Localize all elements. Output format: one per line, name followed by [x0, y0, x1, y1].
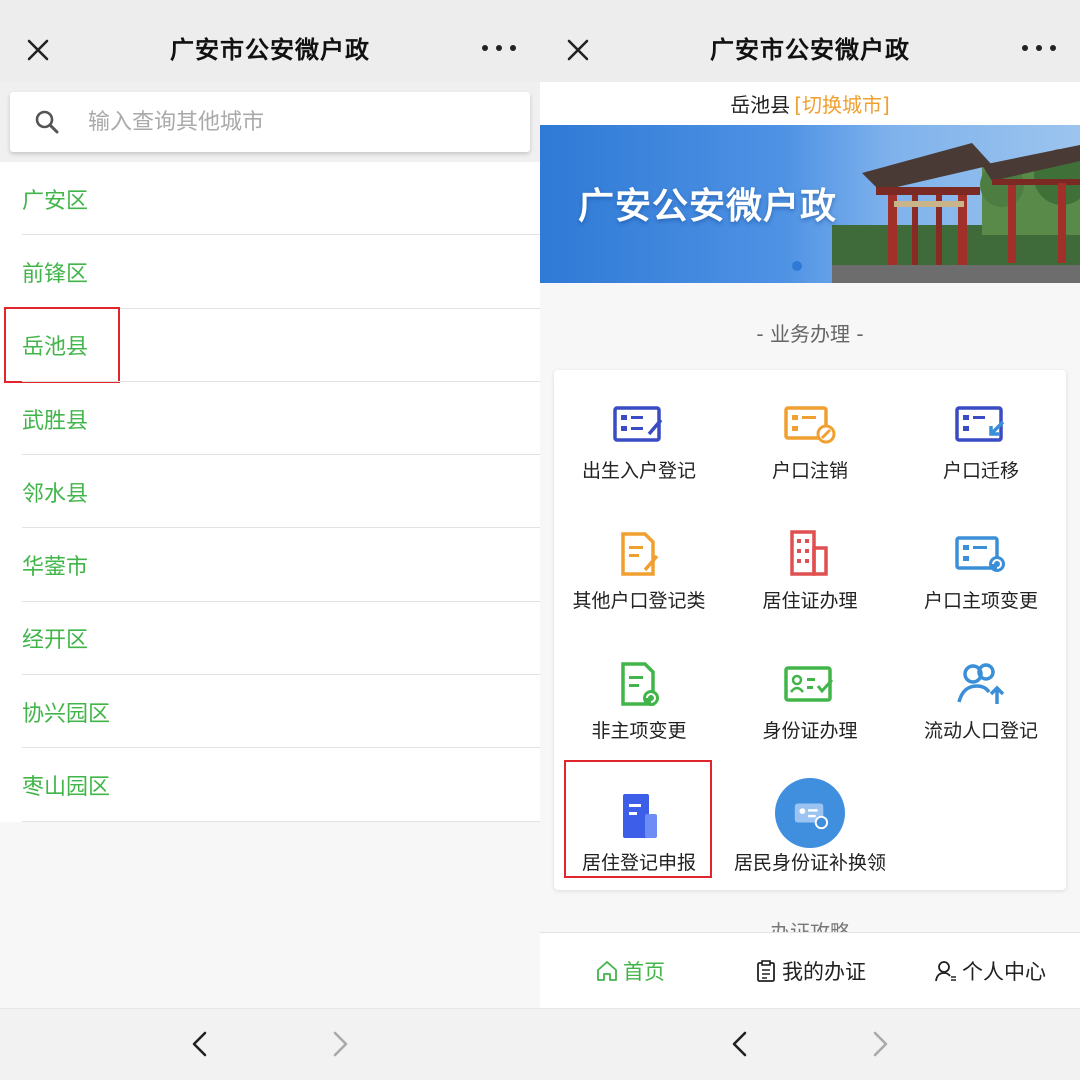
close-icon[interactable] — [562, 34, 594, 66]
city-item-qianfeng[interactable]: 前锋区 — [0, 235, 540, 309]
service-label: 出生入户登记 — [581, 460, 696, 482]
service-floating-population[interactable]: 流动人口登记 — [896, 630, 1066, 760]
service-household-main-change[interactable]: 户口主项变更 — [896, 500, 1066, 630]
service-label: 居住证办理 — [762, 590, 858, 612]
page-title: 广安市公安微户政 — [170, 35, 370, 64]
service-label: 户口主项变更 — [923, 590, 1038, 612]
gate-image — [832, 143, 1080, 283]
search-input[interactable] — [88, 109, 448, 135]
residence-permit-icon — [782, 526, 838, 582]
service-label: 居住登记申报 — [581, 852, 696, 874]
city-bar: 岳池县 [切换城市] — [540, 82, 1080, 125]
tab-personal-center[interactable]: 个人中心 — [900, 933, 1080, 1008]
other-registration-icon — [611, 526, 667, 582]
chevron-right-icon[interactable] — [862, 1027, 896, 1061]
more-dots-icon[interactable] — [1022, 38, 1056, 58]
tab-home[interactable]: 首页 — [540, 933, 720, 1008]
city-label: 协兴园区 — [22, 701, 111, 727]
service-id-card[interactable]: 身份证办理 — [725, 630, 895, 760]
service-label: 户口迁移 — [942, 460, 1019, 482]
city-item-guangan[interactable]: 广安区 — [0, 162, 540, 236]
service-residence-declaration[interactable]: 居住登记申报 — [554, 760, 724, 892]
id-card-icon — [782, 656, 838, 712]
tab-label: 个人中心 — [962, 959, 1046, 984]
city-label: 经开区 — [22, 628, 89, 654]
page-title: 广安市公安微户政 — [710, 35, 910, 64]
browser-bottom-bar — [540, 1008, 1080, 1080]
chevron-left-icon[interactable] — [184, 1027, 218, 1061]
current-city: 岳池县 — [730, 93, 791, 117]
city-item-wusheng[interactable]: 武胜县 — [0, 382, 540, 456]
household-main-change-icon — [953, 526, 1009, 582]
search-icon — [35, 110, 59, 134]
switch-city-link[interactable]: [切换城市] — [794, 89, 890, 118]
service-label: 非主项变更 — [591, 720, 687, 742]
city-label: 岳池县 — [22, 335, 89, 361]
search-box[interactable] — [10, 92, 530, 152]
tab-label: 我的办证 — [782, 959, 866, 984]
city-label: 邻水县 — [22, 481, 89, 507]
city-label: 华蓥市 — [22, 555, 89, 581]
nav-bar: 广安市公安微户政 — [0, 12, 540, 82]
city-item-yuechi[interactable]: 岳池县 — [0, 306, 540, 383]
city-item-zaoshan[interactable]: 枣山园区 — [0, 748, 540, 822]
id-card-replace-icon — [775, 778, 845, 848]
service-id-card-replace[interactable]: 居民身份证补换领 — [725, 762, 895, 892]
nav-bar: 广安市公安微户政 — [540, 12, 1080, 82]
tab-label: 首页 — [623, 959, 665, 984]
person-icon — [935, 960, 956, 981]
close-icon[interactable] — [22, 34, 54, 66]
city-label: 武胜县 — [22, 408, 89, 434]
status-bar — [0, 0, 540, 12]
floating-population-icon — [953, 656, 1009, 712]
city-item-linshui[interactable]: 邻水县 — [0, 455, 540, 529]
home-screen: 广安市公安微户政 岳池县 [切换城市] 广安公安微户政 - 业务办理 - 出生入… — [540, 0, 1080, 1080]
service-non-main-change[interactable]: 非主项变更 — [554, 630, 724, 760]
home-icon — [597, 960, 617, 981]
section-title-business: - 业务办理 - — [756, 322, 864, 346]
banner-title: 广安公安微户政 — [578, 186, 838, 227]
section-title-guides: - 办证攻略 - — [756, 920, 864, 932]
city-list: 广安区 前锋区 岳池县 武胜县 邻水县 华蓥市 经开区 协兴园区 枣山园区 — [0, 162, 540, 822]
status-bar — [540, 0, 1080, 12]
city-item-jingkai[interactable]: 经开区 — [0, 602, 540, 676]
chevron-right-icon[interactable] — [322, 1027, 356, 1061]
service-other-registration[interactable]: 其他户口登记类 — [554, 500, 724, 630]
service-label: 户口注销 — [771, 460, 848, 482]
carousel-dot[interactable] — [792, 261, 802, 271]
city-select-screen: 广安市公安微户政 广安区 前锋区 岳池县 武胜县 邻水县 华蓥市 经开区 协兴园… — [0, 0, 540, 1080]
service-label: 身份证办理 — [762, 720, 858, 742]
more-dots-icon[interactable] — [482, 38, 516, 58]
household-cancel-icon — [782, 396, 838, 452]
service-label: 居民身份证补换领 — [733, 852, 886, 874]
browser-bottom-bar — [0, 1008, 540, 1080]
service-label: 流动人口登记 — [923, 720, 1038, 742]
city-label: 前锋区 — [22, 261, 89, 287]
birth-registration-icon — [611, 396, 667, 452]
tab-my-certificates[interactable]: 我的办证 — [720, 933, 900, 1008]
non-main-change-icon — [611, 656, 667, 712]
clipboard-icon — [757, 959, 775, 982]
service-household-migration[interactable]: 户口迁移 — [896, 370, 1066, 500]
search-area — [0, 82, 540, 162]
service-birth-registration[interactable]: 出生入户登记 — [554, 370, 724, 500]
service-label: 其他户口登记类 — [572, 590, 706, 612]
city-label: 广安区 — [22, 188, 89, 214]
city-label: 枣山园区 — [22, 775, 111, 801]
service-household-cancel[interactable]: 户口注销 — [725, 370, 895, 500]
banner[interactable]: 广安公安微户政 — [540, 125, 1080, 283]
residence-declaration-icon — [611, 788, 667, 844]
household-migration-icon — [953, 396, 1009, 452]
chevron-left-icon[interactable] — [724, 1027, 758, 1061]
city-item-huaying[interactable]: 华蓥市 — [0, 528, 540, 603]
tab-bar: 首页 我的办证 个人中心 — [540, 932, 1080, 1008]
service-grid: 出生入户登记 户口注销 户口迁移 其他户口登记类 居住证办理 户口主项变更 非主… — [554, 370, 1066, 890]
service-residence-permit[interactable]: 居住证办理 — [725, 500, 895, 630]
city-item-xiexing[interactable]: 协兴园区 — [0, 675, 540, 749]
